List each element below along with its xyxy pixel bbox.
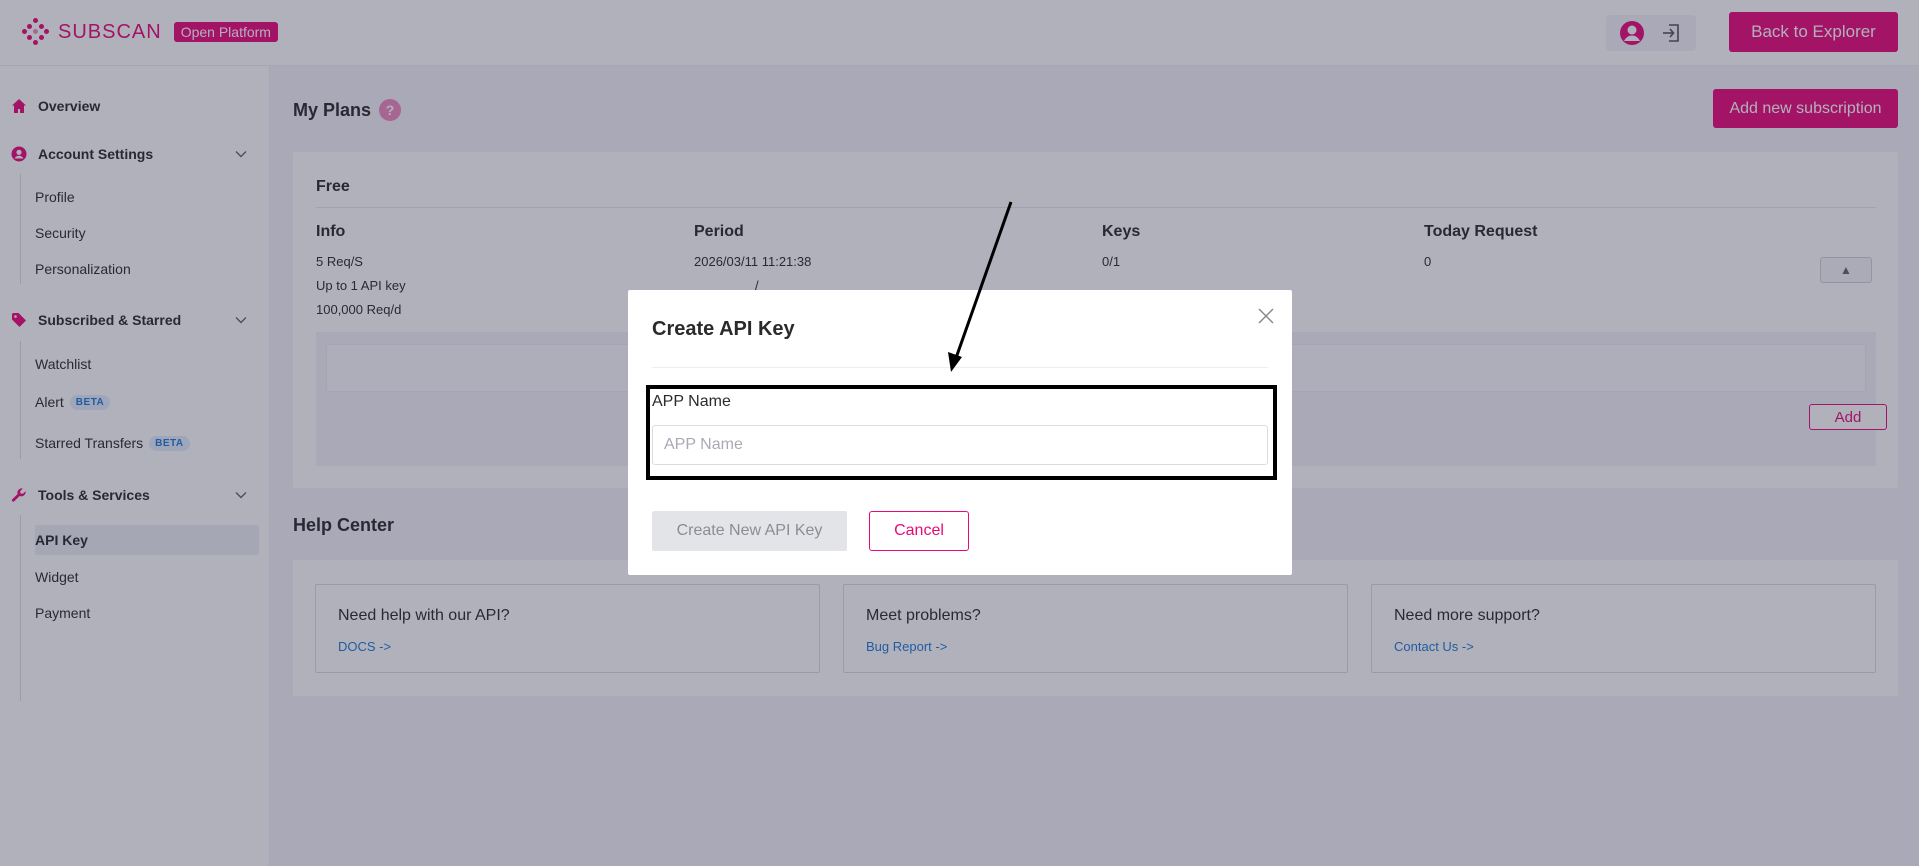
dialog-title: Create API Key	[652, 318, 795, 340]
divider	[652, 367, 1268, 368]
create-api-key-dialog: Create API Key APP Name Create New API K…	[628, 290, 1292, 575]
close-icon[interactable]	[1256, 306, 1276, 326]
create-new-api-key-button[interactable]: Create New API Key	[652, 511, 847, 551]
cancel-button[interactable]: Cancel	[869, 511, 969, 551]
app-name-input[interactable]	[652, 425, 1268, 465]
app-name-label: APP Name	[652, 393, 731, 410]
